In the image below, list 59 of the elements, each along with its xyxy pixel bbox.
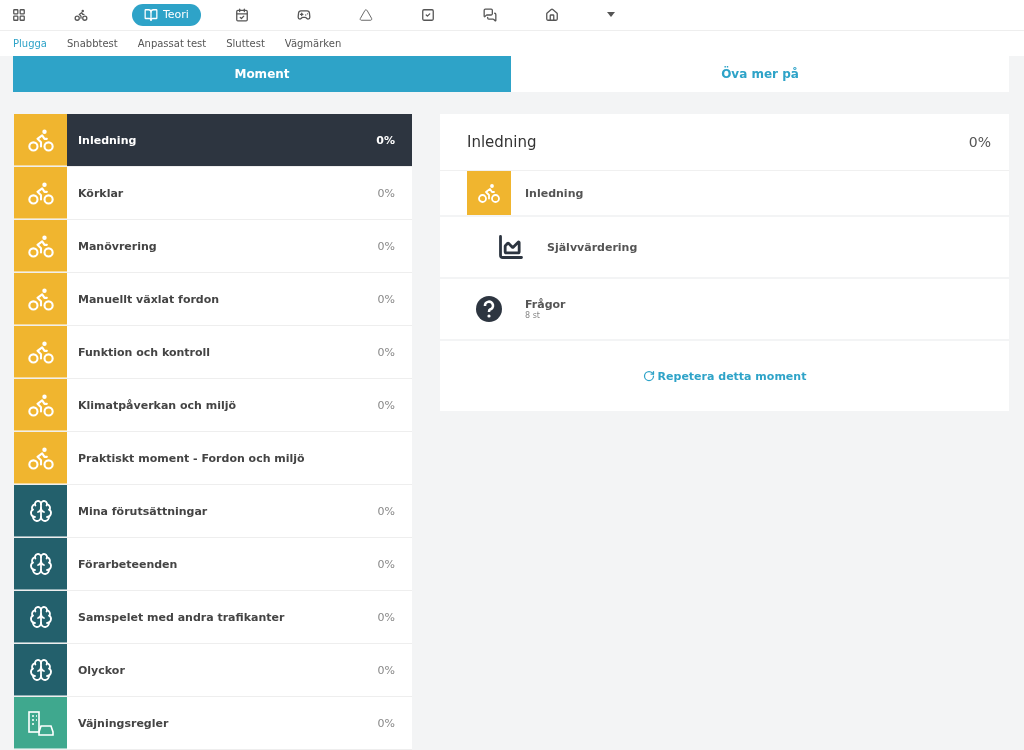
- module-progress: 0%: [377, 398, 396, 412]
- module-row[interactable]: Funktion och kontroll 0%: [14, 326, 412, 379]
- item-label[interactable]: Självvärdering: [547, 240, 638, 254]
- detail-title: Inledning: [467, 133, 537, 151]
- module-title: Körklar: [77, 186, 125, 200]
- module-row[interactable]: Praktiskt moment - Fordon och miljö: [14, 432, 412, 485]
- module-title: Klimatpåverkan och miljö: [77, 398, 238, 412]
- detail-percent-text: 0%: [968, 134, 991, 150]
- module-title: Mina förutsättningar: [77, 504, 209, 518]
- module-progress: 0%: [377, 610, 396, 624]
- module-title: Manuellt växlat fordon: [77, 292, 221, 306]
- module-row[interactable]: Manuellt växlat fordon 0%: [14, 273, 412, 326]
- module-progress: 0%: [377, 663, 396, 677]
- module-progress: 0%: [377, 504, 396, 518]
- home-icon: [544, 7, 559, 22]
- module-title: Manövrering: [77, 239, 158, 253]
- caret-icon: [606, 12, 615, 18]
- item-label[interactable]: Frågor: [525, 298, 566, 311]
- module-row[interactable]: Klimatpåverkan och miljö 0%: [14, 379, 412, 432]
- module-title: Olyckor: [77, 663, 126, 677]
- module-progress: 0%: [377, 557, 396, 571]
- checkbox-icon: [420, 7, 435, 22]
- chat-icon: [482, 7, 497, 22]
- module-row[interactable]: Förarbeteenden 0%: [14, 538, 412, 591]
- module-row[interactable]: Manövrering 0%: [14, 220, 412, 273]
- module-title: Förarbeteenden: [77, 557, 179, 571]
- area-chart-icon: [497, 233, 525, 261]
- question-icon: [475, 295, 503, 323]
- module-progress: 0%: [377, 292, 396, 306]
- sub-tab[interactable]: Vägmärken: [284, 38, 342, 50]
- module-title: Väjningsregler: [77, 716, 170, 730]
- module-progress: 0%: [377, 186, 396, 200]
- repeat-icon: [642, 370, 655, 382]
- module-row[interactable]: Körklar 0%: [14, 167, 412, 220]
- gamepad-icon: [296, 7, 311, 22]
- module-progress: 0%: [377, 345, 396, 359]
- module-title: Samspelet med andra trafikanter: [77, 610, 286, 624]
- building-car-icon: [26, 709, 55, 736]
- calendar-check-icon: [234, 7, 249, 22]
- module-row[interactable]: Väjningsregler 0%: [14, 697, 412, 750]
- module-progress: 0%: [377, 239, 396, 253]
- item-count: 8 st: [525, 311, 540, 320]
- module-row[interactable]: Samspelet med andra trafikanter 0%: [14, 591, 412, 644]
- sub-tab[interactable]: Anpassat test: [137, 38, 207, 50]
- bicycle-icon: [477, 181, 501, 205]
- module-progress: 0%: [377, 716, 396, 730]
- grid-icon: [12, 7, 26, 22]
- module-title: Praktiskt moment - Fordon och miljö: [77, 451, 306, 465]
- triangle-icon: [358, 7, 373, 22]
- module-row[interactable]: Mina förutsättningar 0%: [14, 485, 412, 538]
- module-title: Inledning: [77, 133, 138, 147]
- module-row[interactable]: Inledning 0%: [14, 114, 412, 167]
- module-row[interactable]: Olyckor 0%: [14, 644, 412, 697]
- book-icon: [144, 7, 158, 22]
- item-label[interactable]: Inledning: [525, 186, 584, 200]
- sub-tab[interactable]: Sluttest: [226, 38, 265, 50]
- module-progress: 0%: [376, 133, 396, 147]
- sub-tab[interactable]: Snabbtest: [67, 38, 118, 50]
- module-title: Funktion och kontroll: [77, 345, 212, 359]
